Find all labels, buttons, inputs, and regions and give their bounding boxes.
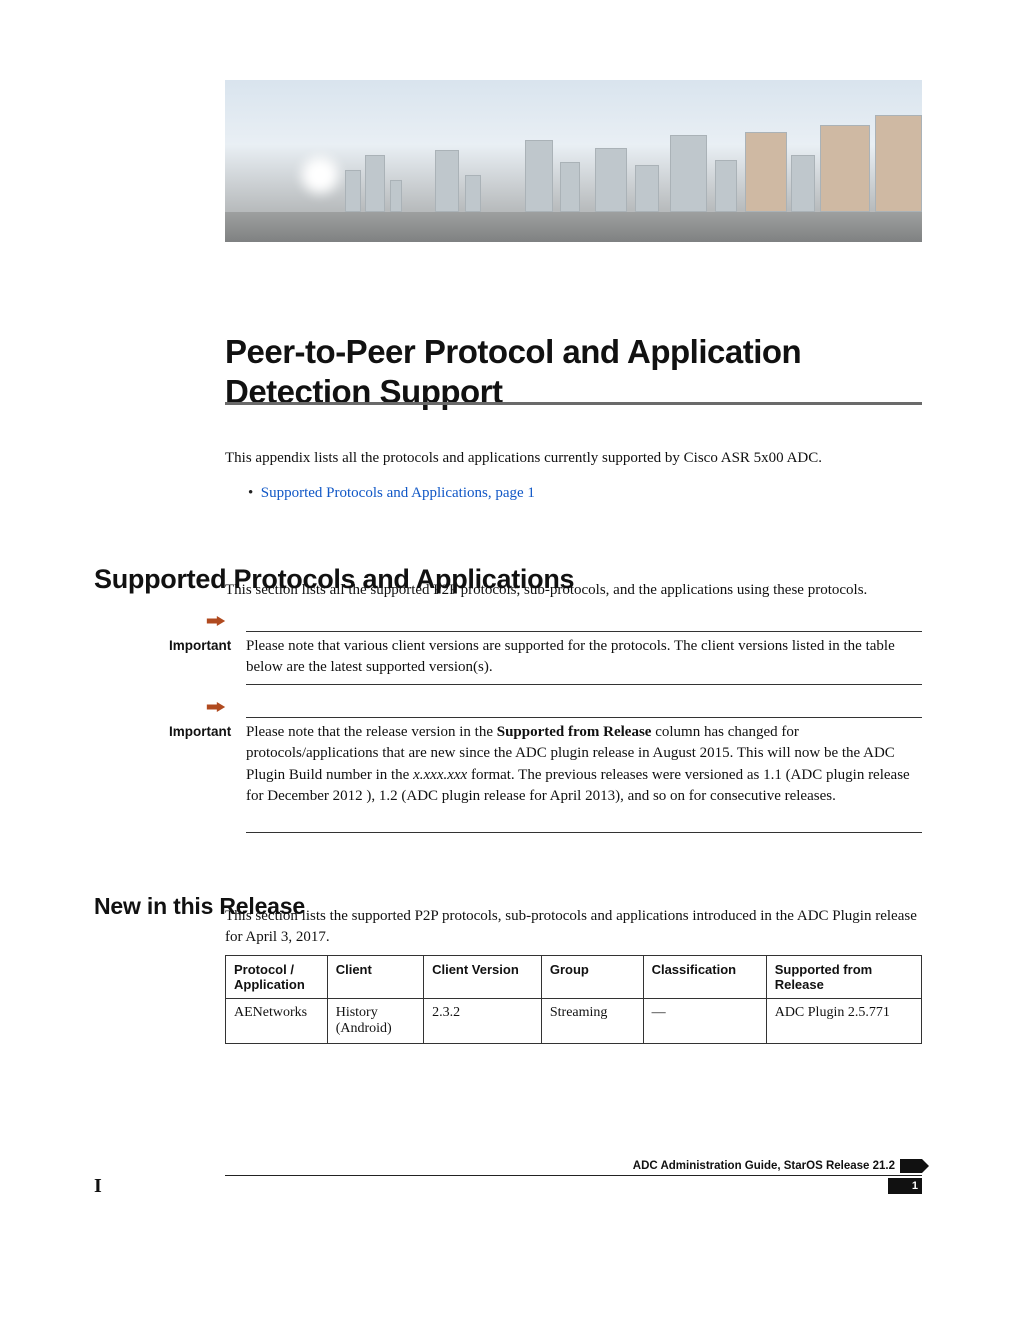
- important-label: Important: [169, 638, 231, 653]
- banner-image: [225, 80, 922, 242]
- note-rule: [246, 832, 922, 833]
- note2-bold: Supported from Release: [497, 724, 652, 740]
- important-note-1: Please note that various client versions…: [246, 636, 922, 678]
- th-client-version: Client Version: [424, 956, 542, 999]
- toc-bullet: •: [248, 485, 253, 501]
- cell-client: History (Android): [327, 999, 423, 1044]
- th-supported-from: Supported from Release: [766, 956, 921, 999]
- important-icon: [206, 700, 226, 718]
- page-title: Peer-to-Peer Protocol and Application De…: [225, 332, 922, 411]
- toc-link[interactable]: Supported Protocols and Applications, pa…: [261, 485, 535, 501]
- important-note-2: Please note that the release version in …: [246, 722, 922, 807]
- footer-rule: [225, 1175, 922, 1176]
- note-rule: [246, 631, 922, 632]
- note2-italic: x.xxx.xxx: [413, 767, 467, 783]
- footer-badge-icon: [900, 1159, 922, 1173]
- cell-supported-from: ADC Plugin 2.5.771: [766, 999, 921, 1044]
- cell-classification: —: [643, 999, 766, 1044]
- table-row: AENetworks History (Android) 2.3.2 Strea…: [226, 999, 922, 1044]
- important-icon: [206, 614, 226, 632]
- footer-guide-title: ADC Administration Guide, StarOS Release…: [633, 1160, 895, 1172]
- protocols-table: Protocol / Application Client Client Ver…: [225, 955, 922, 1044]
- footer-book-mark: I: [94, 1175, 102, 1198]
- cell-client-version: 2.3.2: [424, 999, 542, 1044]
- note2-pre: Please note that the release version in …: [246, 724, 497, 740]
- cell-protocol: AENetworks: [226, 999, 328, 1044]
- th-protocol: Protocol / Application: [226, 956, 328, 999]
- document-page: Peer-to-Peer Protocol and Application De…: [0, 0, 1020, 1320]
- note-rule: [246, 717, 922, 718]
- toc-line: • Supported Protocols and Applications, …: [248, 485, 535, 502]
- table-header-row: Protocol / Application Client Client Ver…: [226, 956, 922, 999]
- important-label: Important: [169, 724, 231, 739]
- title-underline: [225, 402, 922, 405]
- footer-page-number: 1: [888, 1178, 922, 1194]
- th-classification: Classification: [643, 956, 766, 999]
- th-client: Client: [327, 956, 423, 999]
- cell-group: Streaming: [541, 999, 643, 1044]
- sub-intro: This section lists the supported P2P pro…: [225, 906, 922, 948]
- banner-city: [225, 132, 922, 212]
- note-rule: [246, 684, 922, 685]
- section-intro: This section lists all the supported P2P…: [225, 582, 922, 599]
- intro-text: This appendix lists all the protocols an…: [225, 448, 922, 468]
- th-group: Group: [541, 956, 643, 999]
